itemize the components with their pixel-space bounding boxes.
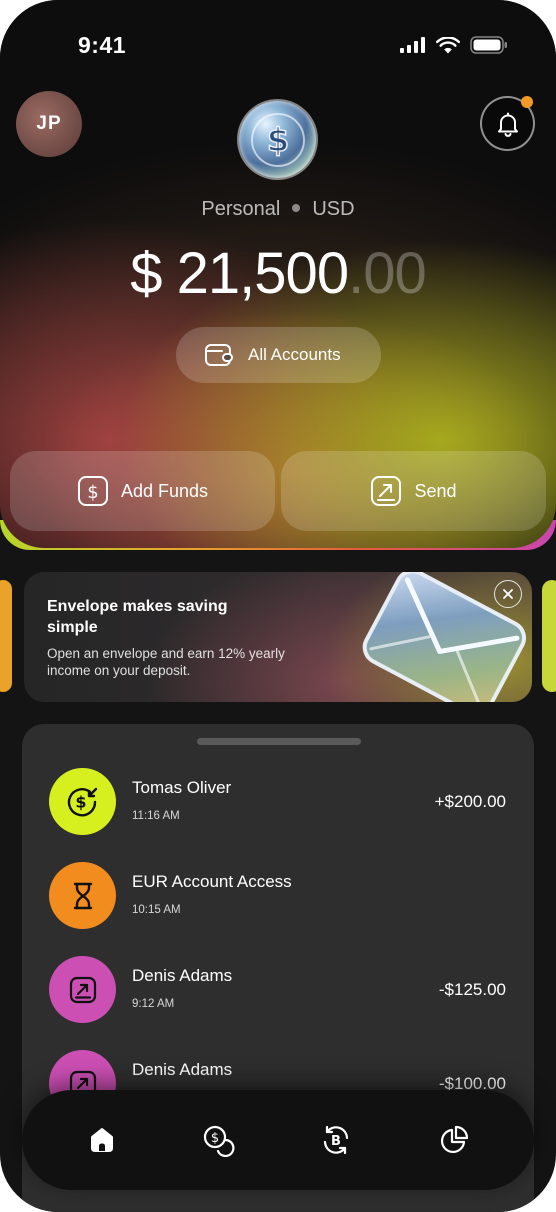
- transaction-amount: -$125.00: [438, 980, 506, 999]
- account-descriptor: Personal USD: [0, 198, 556, 221]
- bell-icon: [497, 112, 518, 137]
- transaction-amount: +$200.00: [434, 792, 506, 811]
- separator-dot: [292, 203, 301, 212]
- bottom-tab-bar: $ B: [22, 1090, 534, 1190]
- tab-crypto[interactable]: B: [316, 1120, 356, 1160]
- avatar-initials: JP: [36, 113, 62, 134]
- all-accounts-label: All Accounts: [248, 345, 341, 364]
- wifi-icon: [436, 36, 460, 53]
- add-funds-label: Add Funds: [120, 480, 209, 501]
- avatar[interactable]: JP: [16, 91, 82, 157]
- send-arrow-icon: [69, 976, 96, 1003]
- tab-payments[interactable]: $: [198, 1120, 238, 1160]
- balance-symbol: $: [130, 241, 162, 306]
- add-funds-button[interactable]: $ Add Funds: [10, 451, 275, 531]
- balance-amount: $ 21,500.00: [0, 240, 556, 307]
- transaction-name: EUR Account Access: [132, 872, 292, 891]
- promo-title: Envelope makes saving simple: [47, 598, 228, 636]
- send-label: Send: [414, 480, 457, 501]
- transaction-icon-badge: [49, 956, 116, 1023]
- balance-whole: 21,500: [176, 241, 349, 306]
- hero-section: 9:41 JP $ Personal USD $ 21,500.00 All A…: [0, 0, 556, 548]
- receive-dollar-icon: $: [67, 787, 97, 816]
- promo-card[interactable]: Envelope makes saving simple Open an env…: [24, 572, 532, 702]
- coins-icon: $: [203, 1125, 235, 1157]
- transaction-icon-badge: [49, 862, 116, 929]
- tab-analytics[interactable]: [434, 1120, 474, 1160]
- status-bar: 9:41: [0, 28, 556, 64]
- promo-description: Open an envelope and earn 12% yearly inc…: [47, 646, 285, 678]
- phone-screen: 9:41 JP $ Personal USD $ 21,500.00 All A…: [0, 0, 556, 1212]
- status-time: 9:41: [78, 32, 127, 58]
- home-icon: [91, 1128, 113, 1152]
- transaction-row[interactable]: $ Tomas Oliver 11:16 AM +$200.00: [22, 768, 534, 862]
- battery-icon: [470, 36, 507, 54]
- send-button[interactable]: Send: [281, 451, 546, 531]
- notification-dot: [521, 96, 533, 108]
- svg-text:B: B: [331, 1134, 341, 1149]
- status-icons: [400, 36, 508, 54]
- close-icon: [503, 589, 513, 599]
- promo-close-button[interactable]: [494, 580, 522, 608]
- svg-text:$: $: [266, 121, 288, 159]
- transaction-name: Denis Adams: [132, 966, 233, 985]
- balance-decimal: .00: [348, 241, 427, 306]
- transaction-name: Denis Adams: [132, 1060, 233, 1079]
- transaction-icon-badge: $: [49, 768, 116, 835]
- transaction-name: Tomas Oliver: [132, 778, 232, 797]
- carousel-next-card[interactable]: [542, 580, 556, 692]
- account-type: Personal: [201, 198, 281, 220]
- tab-home[interactable]: [82, 1120, 122, 1160]
- account-currency: USD: [312, 198, 355, 220]
- svg-text:$: $: [87, 482, 98, 503]
- drag-handle[interactable]: [197, 738, 361, 745]
- carousel-prev-card[interactable]: [0, 580, 12, 692]
- transaction-row[interactable]: EUR Account Access 10:15 AM: [22, 862, 534, 956]
- crypto-exchange-icon: B: [323, 1125, 349, 1155]
- svg-text:$: $: [75, 792, 86, 811]
- transaction-time: 11:16 AM: [132, 810, 180, 822]
- transaction-time: 10:15 AM: [132, 904, 181, 916]
- send-arrow-square-icon: [371, 476, 402, 506]
- all-accounts-button[interactable]: All Accounts: [176, 327, 381, 383]
- cellular-signal-icon: [400, 37, 425, 53]
- pie-chart-icon: [440, 1125, 469, 1154]
- hourglass-icon: [73, 882, 92, 909]
- dollar-coin-icon: $: [239, 101, 316, 178]
- svg-text:$: $: [211, 1131, 219, 1146]
- dollar-square-icon: $: [77, 476, 108, 506]
- transaction-row[interactable]: Denis Adams 9:12 AM -$125.00: [22, 956, 534, 1050]
- wallet-icon: [205, 344, 233, 366]
- transaction-time: 9:12 AM: [132, 998, 175, 1010]
